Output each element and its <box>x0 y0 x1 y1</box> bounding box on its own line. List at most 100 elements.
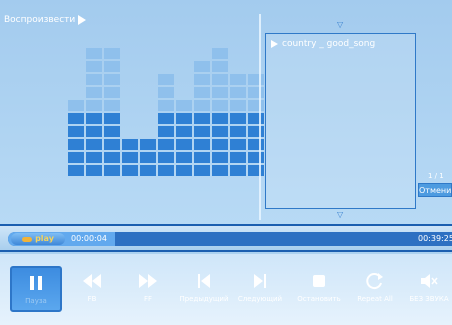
equalizer-cell <box>212 87 228 98</box>
chevron-up-icon[interactable]: ▽ <box>337 20 343 29</box>
repeat-button[interactable]: Repeat All <box>349 266 401 312</box>
equalizer-cell <box>104 152 120 163</box>
equalizer-cell <box>158 139 174 150</box>
equalizer-cell <box>104 139 120 150</box>
equalizer-cell <box>104 48 120 59</box>
equalizer-cell <box>68 152 84 163</box>
equalizer-cell <box>230 126 246 137</box>
equalizer-cell <box>230 152 246 163</box>
equalizer-cell <box>176 152 192 163</box>
equalizer-cell <box>104 87 120 98</box>
equalizer-bar <box>230 46 246 176</box>
play-arrow-icon <box>271 40 278 48</box>
equalizer-cell <box>104 113 120 124</box>
equalizer-cell <box>158 113 174 124</box>
equalizer-cell <box>230 87 246 98</box>
play-title-label: Воспроизвести <box>4 15 76 25</box>
previous-button[interactable]: Предыдущий <box>178 266 230 312</box>
equalizer-cell <box>68 113 84 124</box>
equalizer-cell <box>212 152 228 163</box>
list-item[interactable]: country _ good_song <box>271 39 375 49</box>
control-bar: Пауза FB FF Предыдущий Следующий Останов… <box>0 254 452 325</box>
equalizer-cell <box>86 126 102 137</box>
equalizer-cell <box>176 139 192 150</box>
chevron-down-icon[interactable]: ▽ <box>337 210 343 219</box>
equalizer-cell <box>158 87 174 98</box>
stop-label: Остановить <box>297 295 341 303</box>
status-badge: play <box>11 233 65 245</box>
equalizer-cell <box>230 139 246 150</box>
next-button[interactable]: Следующий <box>234 266 286 312</box>
equalizer-bar <box>140 46 156 176</box>
equalizer-cell <box>194 87 210 98</box>
equalizer-cell <box>68 139 84 150</box>
equalizer-cell <box>104 165 120 176</box>
equalizer-cell <box>212 165 228 176</box>
equalizer-cell <box>230 113 246 124</box>
equalizer-cell <box>194 139 210 150</box>
equalizer-cell <box>248 113 264 124</box>
play-arrow-icon <box>78 15 87 25</box>
equalizer-cell <box>68 100 84 111</box>
stop-button[interactable]: Остановить <box>293 266 345 312</box>
equalizer-bar <box>248 46 264 176</box>
equalizer-cell <box>86 48 102 59</box>
equalizer-visualizer <box>50 48 264 176</box>
equalizer-cell <box>140 139 156 150</box>
equalizer-cell <box>248 100 264 111</box>
equalizer-cell <box>248 126 264 137</box>
equalizer-bar <box>122 46 138 176</box>
fast-backward-button[interactable]: FB <box>66 266 118 312</box>
equalizer-cell <box>194 165 210 176</box>
equalizer-cell <box>86 139 102 150</box>
equalizer-cell <box>122 165 138 176</box>
skip-forward-icon <box>234 271 286 291</box>
equalizer-cell <box>86 165 102 176</box>
repeat-icon <box>349 271 401 291</box>
status-label: play <box>35 234 54 243</box>
stop-icon <box>293 271 345 291</box>
equalizer-cell <box>212 139 228 150</box>
equalizer-cell <box>140 165 156 176</box>
equalizer-bar <box>158 46 174 176</box>
equalizer-cell <box>158 100 174 111</box>
equalizer-cell <box>86 87 102 98</box>
equalizer-cell <box>176 113 192 124</box>
equalizer-cell <box>158 152 174 163</box>
ff-label: FF <box>143 295 153 303</box>
equalizer-cell <box>158 126 174 137</box>
panel-divider <box>259 14 261 220</box>
equalizer-cell <box>104 100 120 111</box>
fast-forward-icon <box>122 271 174 291</box>
equalizer-cell <box>104 126 120 137</box>
equalizer-cell <box>86 61 102 72</box>
mute-button[interactable]: БЕЗ ЗВУКА <box>403 266 452 312</box>
equalizer-cell <box>86 113 102 124</box>
equalizer-cell <box>86 152 102 163</box>
equalizer-bar <box>176 46 192 176</box>
equalizer-cell <box>248 74 264 85</box>
cancel-button[interactable]: Отмени <box>418 183 452 197</box>
play-title: Воспроизвести <box>4 15 87 25</box>
equalizer-cell <box>248 87 264 98</box>
equalizer-bar <box>86 46 102 176</box>
pause-button[interactable]: Пауза <box>10 266 62 312</box>
equalizer-cell <box>122 152 138 163</box>
equalizer-cell <box>212 74 228 85</box>
equalizer-cell <box>176 100 192 111</box>
equalizer-cell <box>212 126 228 137</box>
equalizer-cell <box>212 100 228 111</box>
equalizer-cell <box>248 152 264 163</box>
equalizer-cell <box>230 100 246 111</box>
repeat-label: Repeat All <box>357 295 393 303</box>
pause-icon <box>12 273 60 293</box>
fast-forward-button[interactable]: FF <box>122 266 174 312</box>
equalizer-cell <box>104 74 120 85</box>
equalizer-cell <box>194 113 210 124</box>
equalizer-cell <box>158 74 174 85</box>
equalizer-cell <box>68 126 84 137</box>
equalizer-cell <box>86 74 102 85</box>
progress-area: play 00:00:04 00:39:25 <box>0 226 452 250</box>
mute-icon <box>403 271 452 291</box>
equalizer-bar <box>68 46 84 176</box>
